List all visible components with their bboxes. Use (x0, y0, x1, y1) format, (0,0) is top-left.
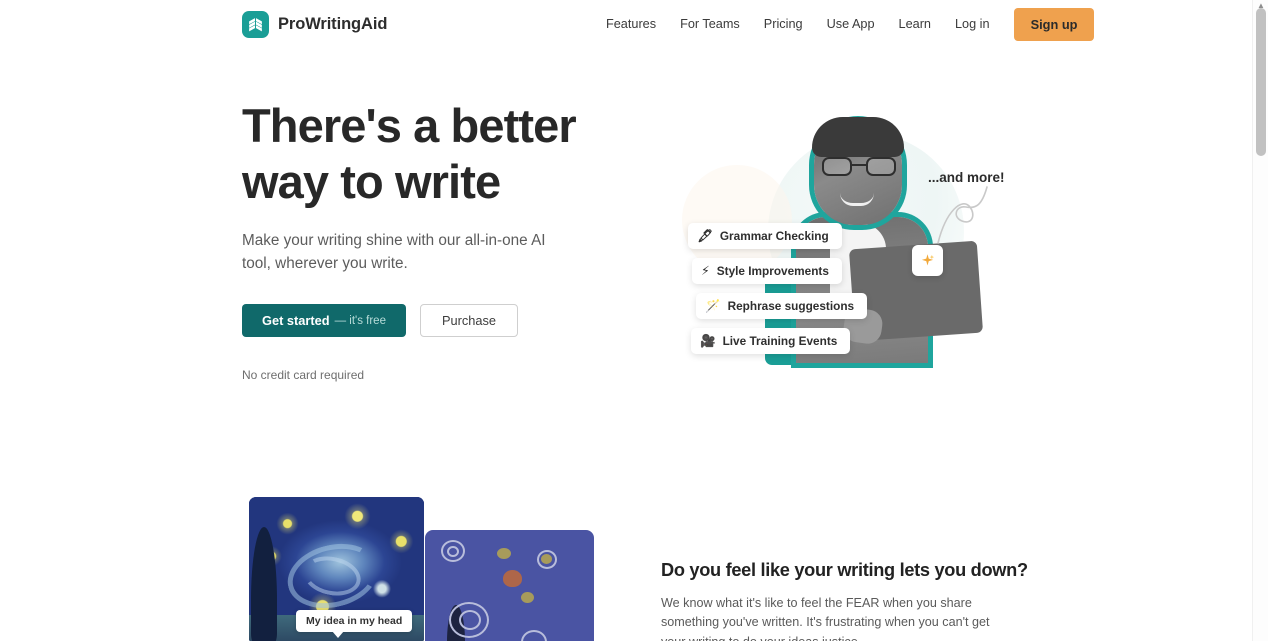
doodle-star (497, 548, 511, 559)
hero-title: There's a better way to write (242, 98, 642, 210)
site-header: ProWritingAid Features For Teams Pricing… (0, 0, 1252, 48)
feature-chip-grammar-checking[interactable]: 🖋 Grammar Checking (688, 223, 842, 249)
nav-item-features[interactable]: Features (600, 17, 668, 31)
get-started-label: Get started (262, 313, 330, 328)
feature-chip-rephrase-suggestions[interactable]: 🪄 Rephrase suggestions (696, 293, 868, 319)
nav-item-pricing[interactable]: Pricing (752, 17, 815, 31)
scrollbar-thumb[interactable] (1256, 8, 1266, 156)
feature-chip-list: 🖋 Grammar Checking ⚡ Style Improvements … (688, 223, 868, 354)
doodle-moon (503, 570, 522, 587)
hero-title-line-2: way to write (242, 155, 501, 208)
doodle-swirl (447, 546, 459, 557)
brand-name: ProWritingAid (278, 14, 388, 33)
doodle-swirl (459, 610, 481, 630)
magic-wand-icon: 🪄 (705, 298, 721, 313)
video-camera-icon: 🎥 (700, 333, 716, 348)
doodle-star (541, 554, 552, 564)
glasses-left-lens (822, 157, 852, 176)
purchase-button[interactable]: Purchase (419, 304, 519, 337)
curly-arrow-icon (937, 186, 988, 244)
hero-title-line-1: There's a better (242, 99, 577, 152)
feature-chip-live-training-events[interactable]: 🎥 Live Training Events (691, 328, 851, 354)
glasses-right-lens (866, 157, 896, 176)
get-started-free-suffix: — it's free (334, 314, 386, 327)
page-root: ProWritingAid Features For Teams Pricing… (0, 0, 1268, 641)
idea-comparison-illustration: My idea in my head (249, 497, 594, 641)
page-scrollbar[interactable]: ▲ (1252, 0, 1268, 641)
section2-body: We know what it's like to feel the FEAR … (661, 596, 990, 641)
nav-item-log-in[interactable]: Log in (943, 17, 1002, 31)
glasses-icon (822, 157, 896, 176)
feature-chip-label: Grammar Checking (719, 229, 829, 243)
feature-chip-label: Rephrase suggestions (727, 299, 855, 313)
section2-heading: Do you feel like your writing lets you d… (661, 560, 1028, 580)
doodle-swirl (521, 630, 547, 641)
sign-up-button[interactable]: Sign up (1013, 7, 1095, 41)
nav-item-use-app[interactable]: Use App (815, 17, 887, 31)
hero-text-block: There's a better way to write Make your … (242, 98, 642, 382)
doodle-star (521, 592, 534, 603)
book-logo-icon (242, 10, 269, 38)
feature-chip-label: Style Improvements (716, 264, 829, 278)
person-hair (812, 117, 904, 157)
get-started-button[interactable]: Get started — it's free (242, 304, 406, 337)
feature-chip-style-improvements[interactable]: ⚡ Style Improvements (692, 258, 842, 284)
hero-illustration: ...and more! 🖋 Grammar Checking ⚡ Style … (660, 105, 1010, 380)
feature-chip-label: Live Training Events (722, 334, 838, 348)
pen-icon: 🖋 (697, 228, 713, 243)
nav-item-learn[interactable]: Learn (887, 17, 943, 31)
no-credit-card-note: No credit card required (242, 368, 365, 382)
glasses-bridge (852, 164, 866, 167)
lightning-icon: ⚡ (701, 263, 710, 278)
main-navigation: Features For Teams Pricing Use App Learn… (600, 7, 1095, 41)
my-idea-label: My idea in my head (296, 610, 413, 638)
hero-subtitle: Make your writing shine with our all-in-… (242, 232, 546, 272)
crude-drawing-panel (425, 530, 594, 641)
hero-cta-group: Get started — it's free Purchase (242, 304, 642, 337)
brand-logo-link[interactable]: ProWritingAid (242, 10, 388, 38)
nav-item-for-teams[interactable]: For Teams (668, 17, 752, 31)
section2-text-block: Do you feel like your writing lets you d… (661, 560, 1028, 641)
